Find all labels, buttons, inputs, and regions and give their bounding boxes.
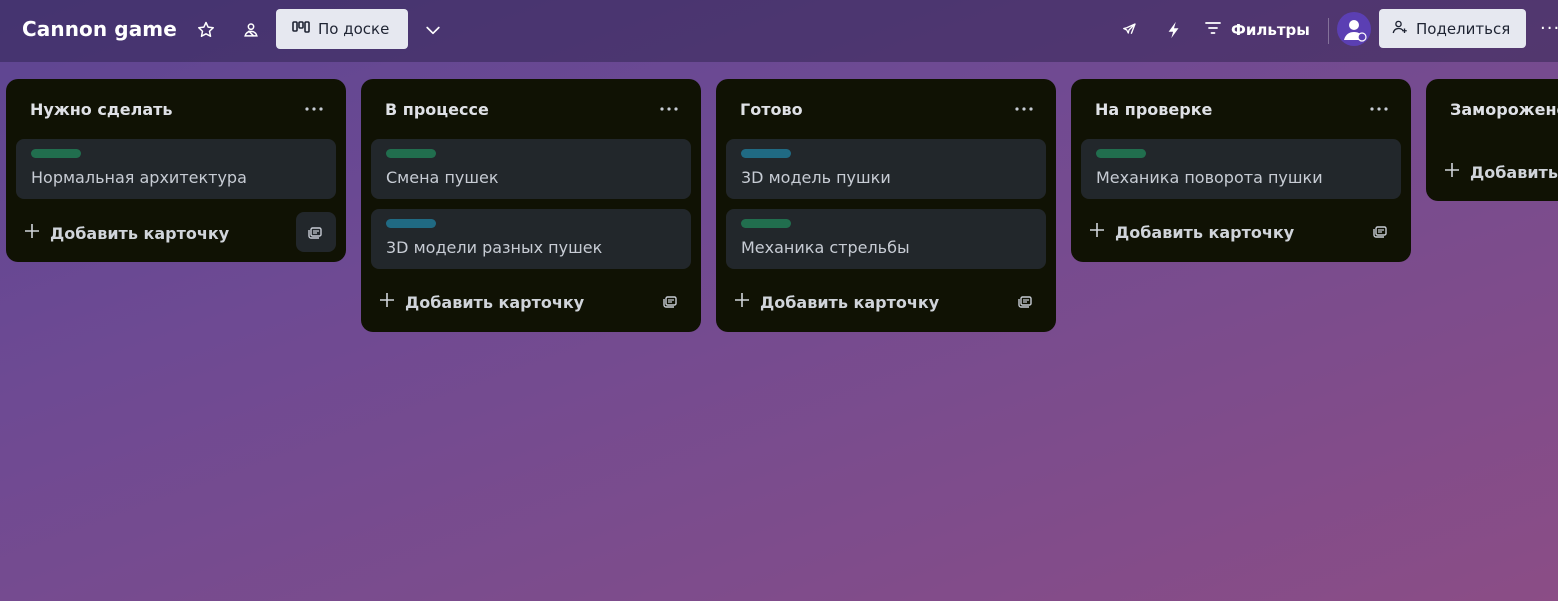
- card-title: Смена пушек: [386, 168, 499, 187]
- add-card-button[interactable]: Добавить карточку: [1089, 215, 1294, 249]
- add-card-button[interactable]: Добавить карточку: [379, 285, 584, 319]
- add-card-label: Добавить карточку: [760, 292, 940, 312]
- more-icon[interactable]: [300, 95, 328, 123]
- plus-icon: [24, 223, 40, 243]
- card-label: [741, 219, 791, 228]
- list-header: В процессе: [361, 79, 701, 139]
- list-header: Готово: [716, 79, 1056, 139]
- list-card[interactable]: Механика стрельбы: [726, 209, 1046, 269]
- avatar-icon[interactable]: [1337, 12, 1371, 46]
- card-label: [31, 149, 81, 158]
- board-view-button[interactable]: По доске: [276, 9, 408, 49]
- list-card[interactable]: Смена пушек: [371, 139, 691, 199]
- list-done: Готово 3D модель пушки Механика стрельбы…: [716, 79, 1056, 332]
- list-card[interactable]: 3D модель пушки: [726, 139, 1046, 199]
- list-header: Нужно сделать: [6, 79, 346, 139]
- list-title[interactable]: В процессе: [385, 100, 489, 119]
- share-label: Поделиться: [1416, 19, 1511, 38]
- plus-icon: [1089, 222, 1105, 242]
- add-card-label: Добавить карточку: [50, 223, 230, 243]
- card-title: 3D модели разных пушек: [386, 238, 603, 257]
- more-icon[interactable]: ···: [1540, 18, 1558, 39]
- add-card-button[interactable]: Добавить: [1444, 155, 1558, 189]
- card-title: Механика поворота пушки: [1096, 168, 1323, 187]
- add-card-label: Добавить карточку: [405, 292, 585, 312]
- filters-label: Фильтры: [1231, 21, 1310, 39]
- list-frozen: Заморожено Добавить: [1426, 79, 1558, 201]
- board-view-label: По доске: [318, 20, 390, 38]
- add-card-label: Добавить карточку: [1115, 222, 1295, 242]
- more-icon[interactable]: [1365, 95, 1393, 123]
- share-button[interactable]: Поделиться: [1379, 9, 1526, 48]
- list-todo: Нужно сделать Нормальная архитектура Доб…: [6, 79, 346, 262]
- list-header: На проверке: [1071, 79, 1411, 139]
- list-card[interactable]: 3D модели разных пушек: [371, 209, 691, 269]
- chevron-down-icon[interactable]: [419, 16, 447, 44]
- rocket-icon[interactable]: [1115, 16, 1143, 44]
- add-card-button[interactable]: Добавить карточку: [24, 216, 229, 250]
- card-title: Механика стрельбы: [741, 238, 910, 257]
- list-in-progress: В процессе Смена пушек 3D модели разных …: [361, 79, 701, 332]
- list-card[interactable]: Механика поворота пушки: [1081, 139, 1401, 199]
- card-template-icon[interactable]: [296, 212, 336, 252]
- card-title: 3D модель пушки: [741, 168, 891, 187]
- filter-icon: [1205, 21, 1221, 39]
- add-card-label: Добавить: [1470, 162, 1558, 182]
- card-label: [741, 149, 791, 158]
- plus-icon: [379, 292, 395, 312]
- card-label: [1096, 149, 1146, 158]
- card-template-icon[interactable]: [651, 281, 691, 321]
- board-view-icon: [292, 19, 310, 39]
- more-icon[interactable]: [1010, 95, 1038, 123]
- list-title[interactable]: Нужно сделать: [30, 100, 173, 119]
- list-review: На проверке Механика поворота пушки Доба…: [1071, 79, 1411, 262]
- add-person-icon: [1391, 18, 1409, 40]
- board-header: Cannon game По доске Фильтры Поделиться: [0, 0, 1558, 62]
- automation-bolt-icon[interactable]: [1160, 16, 1188, 44]
- header-divider: [1328, 18, 1329, 44]
- plus-icon: [734, 292, 750, 312]
- list-title[interactable]: На проверке: [1095, 100, 1212, 119]
- card-template-icon[interactable]: [1361, 211, 1401, 251]
- filters-button[interactable]: Фильтры: [1205, 16, 1310, 44]
- list-header: Заморожено: [1426, 79, 1558, 139]
- card-label: [386, 219, 436, 228]
- more-icon[interactable]: [655, 95, 683, 123]
- add-card-button[interactable]: Добавить карточку: [734, 285, 939, 319]
- card-title: Нормальная архитектура: [31, 168, 247, 187]
- list-title[interactable]: Заморожено: [1450, 100, 1558, 119]
- card-label: [386, 149, 436, 158]
- list-title[interactable]: Готово: [740, 100, 803, 119]
- board-title[interactable]: Cannon game: [22, 17, 177, 41]
- team-visibility-icon[interactable]: [237, 16, 265, 44]
- plus-icon: [1444, 162, 1460, 182]
- star-icon[interactable]: [192, 16, 220, 44]
- card-template-icon[interactable]: [1006, 281, 1046, 321]
- list-card[interactable]: Нормальная архитектура: [16, 139, 336, 199]
